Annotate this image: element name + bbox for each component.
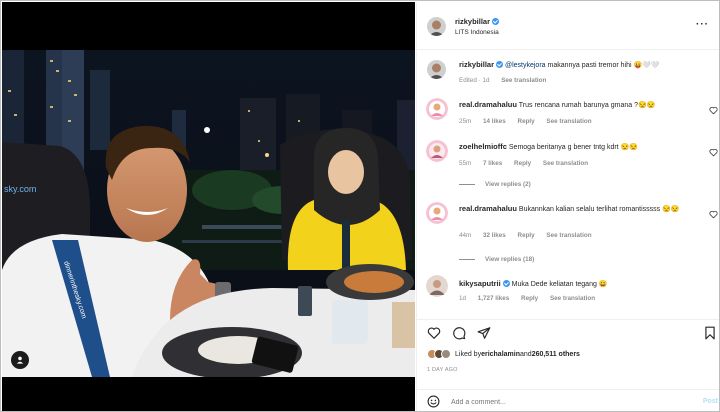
comment-icon[interactable]: [452, 326, 466, 340]
post-side-panel: rizkybillar LITS Indonesia ··· rizkybill…: [416, 2, 719, 411]
comment-reply-button[interactable]: Reply: [514, 160, 531, 167]
verified-icon: [502, 279, 510, 287]
post-date[interactable]: 1 DAY AGO: [427, 367, 458, 373]
post-location[interactable]: LITS Indonesia: [455, 29, 499, 36]
liker-avatars: [427, 349, 451, 359]
chair-logo-text: sky.com: [4, 184, 36, 194]
likes-summary: Liked by erichalamin and 260,511 others: [427, 348, 580, 360]
post-photo[interactable]: sky.com dinnerinthesky.com: [2, 50, 415, 377]
caption-see-translation[interactable]: See translation: [501, 77, 546, 84]
comment-time: 44m: [459, 232, 472, 239]
view-replies-button[interactable]: View replies (2): [459, 181, 531, 188]
emoji-icon[interactable]: [427, 395, 440, 408]
heart-icon[interactable]: [709, 148, 718, 157]
comment-meta: 1d 1,727 likes Reply See translation: [459, 295, 605, 302]
heart-icon[interactable]: [709, 106, 718, 115]
comment-likes[interactable]: 14 likes: [483, 118, 506, 125]
comment-meta: 55m 7 likes Reply See translation: [459, 160, 598, 167]
comment-body: Trus rencana rumah barunya gmana ?😒😒: [518, 102, 656, 109]
comment-input[interactable]: [451, 396, 681, 408]
comment-time: 1d: [459, 295, 467, 302]
comment-text: kikysaputrii Muka Dede keliatan tegang 😀: [459, 279, 699, 290]
caption-text: rizkybillar @lestykejora makannya pasti …: [459, 60, 699, 71]
comment-see-translation[interactable]: See translation: [546, 232, 591, 239]
comment-text: real.dramahaluu Trus rencana rumah barun…: [459, 100, 699, 111]
comment-reply-button[interactable]: Reply: [521, 295, 538, 302]
share-icon[interactable]: [477, 326, 491, 340]
commenter-avatar[interactable]: [426, 98, 448, 120]
likes-count[interactable]: 260,511 others: [532, 351, 580, 358]
instagram-post-window: sky.com dinnerinthesky.com rizkybillar L…: [0, 0, 720, 412]
comment-meta: 44m 32 likes Reply See translation: [459, 232, 602, 239]
more-icon[interactable]: ···: [696, 19, 709, 30]
comment-text: zoelhelmioffc Semoga beritanya g bener t…: [459, 142, 699, 153]
caption-time: Edited · 1d: [459, 77, 490, 84]
post-comment-button[interactable]: Post: [703, 398, 718, 405]
author-avatar[interactable]: [427, 17, 446, 36]
add-comment-bar: Post: [417, 389, 719, 411]
view-replies-label: View replies (2): [485, 181, 531, 188]
author-name-row: rizkybillar: [455, 17, 500, 26]
comment-time: 55m: [459, 160, 472, 167]
caption-avatar[interactable]: [427, 60, 446, 79]
comment-time: 25m: [459, 118, 472, 125]
view-replies-label: View replies (18): [485, 256, 535, 263]
post-photo-pane: sky.com dinnerinthesky.com: [2, 2, 415, 411]
comment-see-translation[interactable]: See translation: [543, 160, 588, 167]
comment-text: real.dramahaluu Bukannkan kalian selalu …: [459, 204, 699, 215]
comment-likes[interactable]: 7 likes: [483, 160, 502, 167]
caption-mention[interactable]: @lestykejora: [505, 62, 546, 69]
bookmark-icon[interactable]: [703, 326, 717, 340]
likes-prefix: Liked by: [455, 350, 482, 358]
view-replies-button[interactable]: View replies (18): [459, 256, 534, 263]
caption-meta: Edited · 1d See translation: [459, 77, 556, 84]
liker-avatar[interactable]: [441, 349, 451, 359]
verified-icon: [496, 60, 504, 68]
caption-username[interactable]: rizkybillar: [459, 60, 494, 69]
comment-meta: 25m 14 likes Reply See translation: [459, 118, 602, 125]
heart-icon[interactable]: [427, 326, 441, 340]
verified-icon: [492, 17, 500, 25]
commenter-avatar[interactable]: [426, 202, 448, 224]
commenter-avatar[interactable]: [426, 275, 448, 297]
author-username[interactable]: rizkybillar: [455, 17, 490, 26]
post-action-bar: [417, 319, 719, 343]
likes-middle: and: [520, 350, 532, 358]
comment-body: Muka Dede keliatan tegang 😀: [511, 281, 608, 288]
heart-icon[interactable]: [709, 210, 718, 219]
liked-by-user[interactable]: erichalamin: [481, 351, 520, 358]
post-header: rizkybillar LITS Indonesia ···: [417, 2, 719, 50]
comment-body: Semoga beritanya g bener tntg kdrt 😒😒: [508, 144, 639, 151]
comment-username[interactable]: real.dramahaluu: [459, 204, 517, 213]
comment-likes[interactable]: 32 likes: [483, 232, 506, 239]
comment-see-translation[interactable]: See translation: [546, 118, 591, 125]
user-tag-icon: [16, 356, 24, 364]
comment-reply-button[interactable]: Reply: [518, 232, 535, 239]
user-tag-button[interactable]: [11, 351, 29, 369]
comment-username[interactable]: kikysaputrii: [459, 279, 501, 288]
commenter-avatar[interactable]: [426, 140, 448, 162]
comment-see-translation[interactable]: See translation: [550, 295, 595, 302]
comment-username[interactable]: real.dramahaluu: [459, 100, 517, 109]
caption-body: makannya pasti tremor hihi 😛🤍🤍: [545, 62, 660, 69]
comment-username[interactable]: zoelhelmioffc: [459, 142, 507, 151]
comment-body: Bukannkan kalian selalu terlihat romanti…: [518, 206, 680, 213]
comment-likes[interactable]: 1,727 likes: [478, 295, 510, 302]
comment-reply-button[interactable]: Reply: [518, 118, 535, 125]
